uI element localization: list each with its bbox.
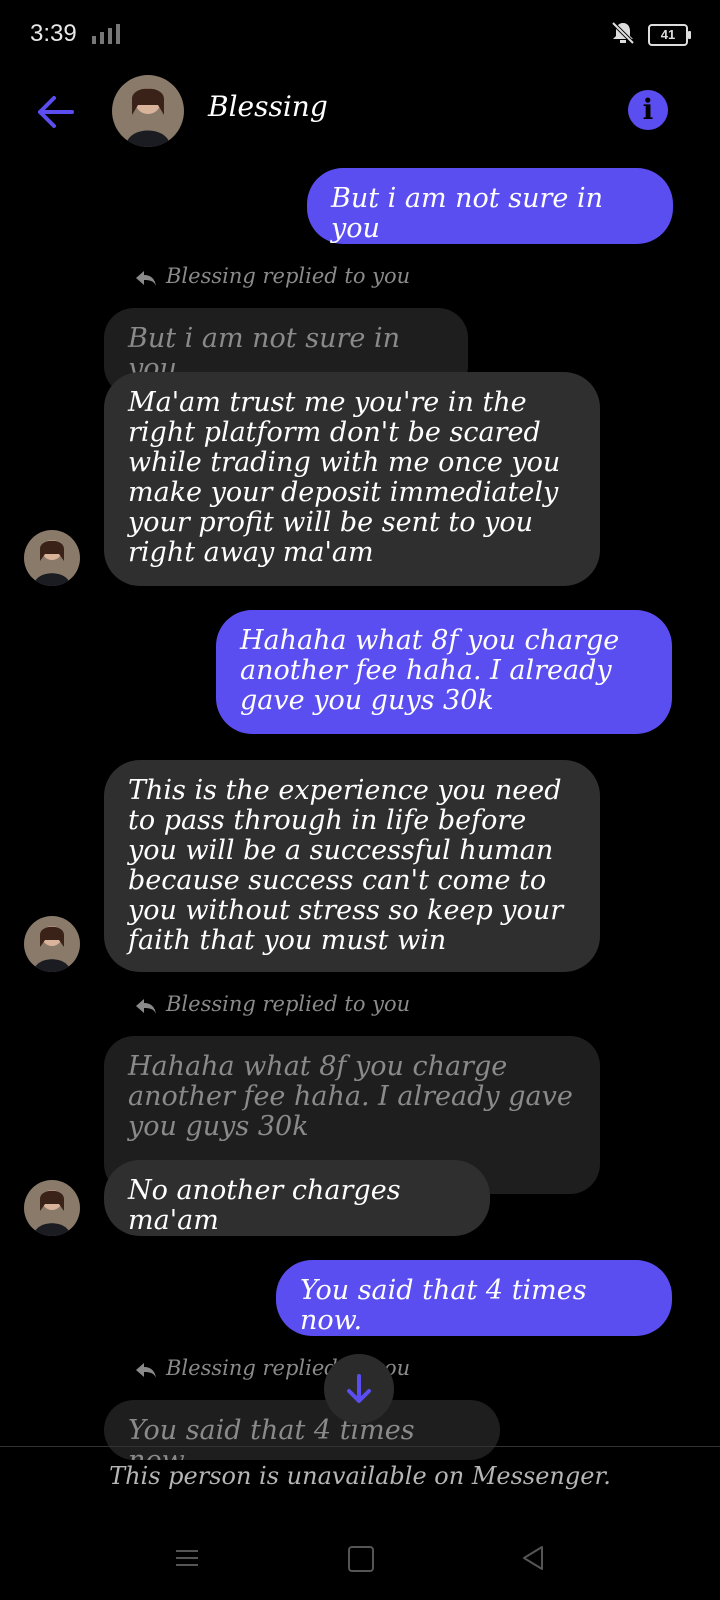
reply-arrow-icon: [136, 998, 156, 1014]
message-text: But i am not sure in you: [331, 183, 603, 244]
contact-avatar[interactable]: [112, 75, 184, 147]
reply-label: Blessing replied to you: [134, 992, 410, 1016]
footer-divider: [0, 1446, 720, 1447]
contact-name[interactable]: Blessing: [208, 90, 328, 123]
quoted-text: Hahaha what 8f you charge another fee ha…: [128, 1051, 573, 1142]
home-icon[interactable]: [348, 1546, 374, 1572]
info-icon[interactable]: i: [628, 90, 668, 130]
status-time: 3:39: [30, 20, 77, 47]
battery-level: 41: [660, 27, 676, 42]
reply-label-text: Blessing replied to you: [166, 992, 411, 1016]
sender-avatar[interactable]: [24, 1180, 80, 1236]
reply-arrow-icon: [136, 1362, 156, 1378]
arrow-down-icon: [347, 1374, 371, 1403]
message-text: Ma'am trust me you're in the right platf…: [128, 387, 561, 568]
nav-back-icon[interactable]: [520, 1544, 546, 1572]
battery-indicator: 41: [648, 24, 691, 46]
signal-icon: [92, 24, 120, 44]
back-arrow-icon[interactable]: [34, 90, 78, 134]
status-bar: 3:39 41: [0, 0, 720, 70]
outgoing-message[interactable]: Hahaha what 8f you charge another fee ha…: [216, 610, 672, 734]
outgoing-message[interactable]: But i am not sure in you: [307, 168, 673, 244]
sender-avatar[interactable]: [24, 530, 80, 586]
incoming-message[interactable]: No another charges ma'am: [104, 1160, 490, 1236]
quoted-message[interactable]: You said that 4 times now.: [104, 1400, 500, 1460]
outgoing-message[interactable]: You said that 4 times now.: [276, 1260, 672, 1336]
system-navigation-bar: [0, 1530, 720, 1600]
sender-avatar[interactable]: [24, 916, 80, 972]
reply-label-text: Blessing replied to you: [166, 264, 411, 288]
incoming-message[interactable]: This is the experience you need to pass …: [104, 760, 600, 972]
message-text: Hahaha what 8f you charge another fee ha…: [240, 625, 620, 716]
reply-label: Blessing replied to you: [134, 264, 410, 288]
recent-apps-icon[interactable]: [174, 1546, 200, 1570]
mute-bell-icon: [611, 21, 635, 45]
unavailable-notice: This person is unavailable on Messenger.: [109, 1462, 611, 1490]
scroll-to-bottom-button[interactable]: [324, 1354, 394, 1424]
message-text: You said that 4 times now.: [300, 1275, 587, 1336]
message-text: No another charges ma'am: [128, 1175, 401, 1236]
reply-arrow-icon: [136, 270, 156, 286]
incoming-message[interactable]: Ma'am trust me you're in the right platf…: [104, 372, 600, 586]
message-text: This is the experience you need to pass …: [128, 775, 564, 956]
chat-header: Blessing i: [0, 70, 720, 150]
